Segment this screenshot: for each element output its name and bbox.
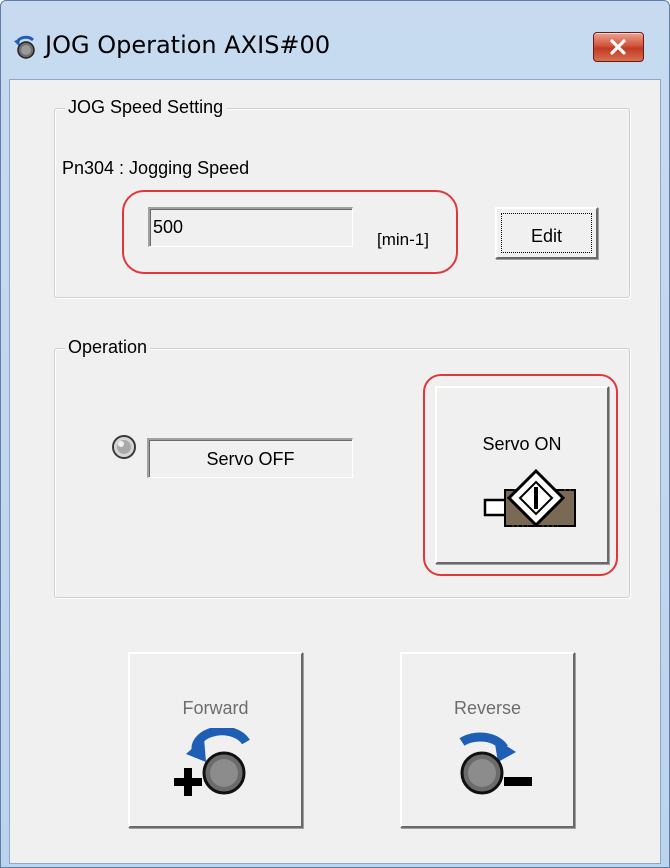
jogging-speed-field[interactable]: 500 xyxy=(148,207,353,247)
forward-jog-icon xyxy=(174,728,250,796)
edit-button[interactable]: Edit xyxy=(495,207,598,259)
window-title: JOG Operation AXIS#00 xyxy=(45,31,331,59)
forward-label: Forward xyxy=(182,698,249,718)
jog-operation-window: JOG Operation AXIS#00 JOG Speed Setting … xyxy=(0,0,670,868)
speed-unit-label: [min-1] xyxy=(377,230,429,249)
servo-led-icon xyxy=(111,434,137,465)
forward-button[interactable]: Forward xyxy=(128,652,303,828)
servo-on-label: Servo ON xyxy=(482,434,562,454)
servo-on-button[interactable]: Servo ON xyxy=(435,386,609,564)
jogging-speed-param-label: Pn304 : Jogging Speed xyxy=(62,158,250,178)
reverse-button[interactable]: Reverse xyxy=(400,652,575,828)
jog-speed-setting-legend: JOG Speed Setting xyxy=(65,97,227,118)
close-button[interactable] xyxy=(593,32,644,62)
servo-on-icon xyxy=(483,468,576,528)
title-bar[interactable]: JOG Operation AXIS#00 xyxy=(1,1,669,79)
edit-button-label: Edit xyxy=(530,226,563,246)
servo-status-display: Servo OFF xyxy=(147,438,353,478)
reverse-label: Reverse xyxy=(453,698,522,718)
operation-legend: Operation xyxy=(65,337,151,358)
jog-window-icon xyxy=(11,31,41,61)
close-icon xyxy=(610,39,626,55)
dialog-client-area: JOG Speed Setting Pn304 : Jogging Speed … xyxy=(9,79,661,864)
reverse-jog-icon xyxy=(459,732,532,795)
